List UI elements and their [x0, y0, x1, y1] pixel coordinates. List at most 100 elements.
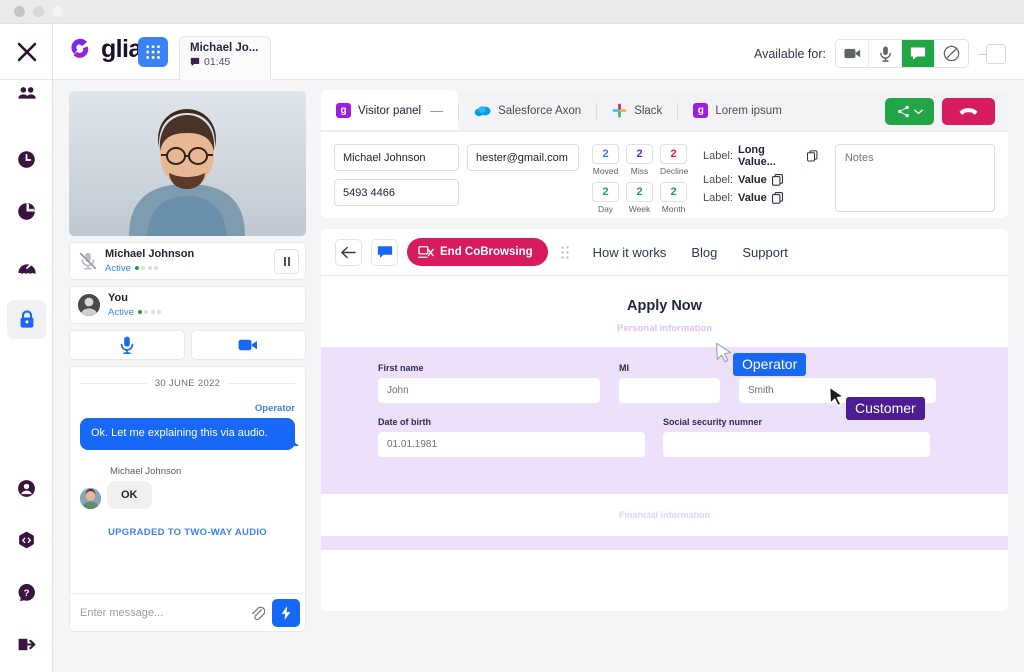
end-engagement-button[interactable]: [942, 98, 995, 125]
chevron-down-icon: [913, 109, 923, 114]
message-row-incoming: OK: [80, 480, 295, 509]
collapse-icon[interactable]: —: [430, 103, 443, 118]
message-input[interactable]: [80, 606, 242, 619]
cobrowse-toolbar: End CoBrowsing Apply Now How it works Bl…: [321, 229, 1008, 276]
field-group-last-name: Last name: [739, 363, 936, 403]
sidebar-item-help[interactable]: ?: [7, 573, 46, 612]
last-name-input[interactable]: [739, 378, 936, 403]
salesforce-icon: [474, 105, 491, 116]
window-minimize-dot[interactable]: [33, 6, 44, 17]
people-icon: [17, 86, 36, 99]
share-button[interactable]: [885, 98, 934, 125]
lightning-icon: [281, 605, 291, 620]
visitor-fields-right: [467, 144, 579, 214]
system-message: UPGRADED TO TWO-WAY AUDIO: [108, 526, 267, 538]
phone-hangup-icon: [959, 107, 978, 115]
mi-input[interactable]: [619, 378, 720, 403]
video-icon: [238, 339, 258, 351]
block-icon: [943, 45, 960, 62]
audio-toggle-button[interactable]: [69, 330, 185, 360]
apps-grid-button[interactable]: [138, 37, 168, 67]
window-maximize-dot[interactable]: [52, 6, 63, 17]
tab-label: Visitor panel: [358, 104, 422, 117]
field-label: Social security numner: [663, 417, 763, 427]
glia-icon: g: [693, 103, 709, 118]
tab-visitor-panel[interactable]: g Visitor panel —: [321, 90, 459, 131]
label-value: Value: [737, 192, 767, 204]
ssn-input[interactable]: [663, 432, 930, 457]
message-scroll-area[interactable]: 30 JUNE 2022 Operator Ok. Let me explain…: [70, 367, 305, 593]
availability-toggle[interactable]: [978, 43, 1006, 64]
sidebar-item-security[interactable]: [7, 300, 46, 339]
tab-label: Lorem ipsum: [715, 104, 782, 117]
visitor-portrait: [69, 91, 306, 236]
tab-slack[interactable]: Slack: [597, 90, 677, 131]
copy-icon[interactable]: [771, 174, 783, 186]
stat-label: Miss: [630, 166, 649, 176]
section-personal-information: Personal information: [616, 323, 712, 334]
tab-label: Salesforce Axon: [498, 104, 582, 117]
back-button[interactable]: [335, 238, 362, 266]
tab-salesforce-axon[interactable]: Salesforce Axon: [459, 90, 596, 131]
end-cobrowsing-label: End CoBrowsing: [440, 246, 533, 258]
participant-status: Active: [108, 306, 134, 318]
send-button[interactable]: [272, 598, 300, 627]
availability-video-button[interactable]: [836, 40, 869, 67]
availability-audio-button[interactable]: [869, 40, 902, 67]
cobrowse-panel: End CoBrowsing Apply Now How it works Bl…: [321, 229, 1008, 611]
drag-handle-icon[interactable]: [559, 245, 571, 259]
sidebar-item-history[interactable]: [7, 140, 46, 179]
engagement-actions: [885, 98, 995, 125]
visitor-video-feed[interactable]: [69, 91, 306, 236]
visitor-labels: Label: Long Value... Label: Value Label:…: [703, 144, 818, 214]
visitor-phone-field[interactable]: [334, 179, 459, 206]
stat-week: 2 Week: [626, 182, 653, 214]
field-group-ssn: Social security numner: [663, 417, 930, 457]
visitor-name-field[interactable]: [334, 144, 459, 171]
close-icon: [17, 42, 36, 61]
sidebar-item-developer[interactable]: [7, 521, 46, 560]
pause-button[interactable]: [274, 248, 299, 274]
chat-icon: [910, 47, 926, 60]
code-icon: [19, 531, 34, 549]
nav-link-support[interactable]: Support: [742, 245, 788, 260]
message-author-visitor: Michael Johnson: [110, 465, 182, 477]
cobrowse-off-icon: [418, 246, 434, 258]
tab-lorem-ipsum[interactable]: g Lorem ipsum: [678, 90, 796, 131]
paperclip-icon[interactable]: [249, 605, 265, 621]
first-name-input[interactable]: [378, 378, 600, 403]
cobrowse-chat-button[interactable]: [371, 238, 398, 266]
copy-icon[interactable]: [771, 192, 783, 204]
avatar: [78, 294, 100, 316]
sidebar-item-profile[interactable]: [7, 469, 46, 508]
label-value: Value: [737, 174, 767, 186]
label-key: Label:: [703, 150, 733, 162]
copy-icon[interactable]: [807, 150, 818, 162]
share-icon: [897, 105, 909, 118]
cobrowsed-page: Apply Now Personal information First nam…: [321, 276, 1008, 610]
session-tab-michael[interactable]: Michael Jo... 01:45: [179, 36, 271, 80]
field-group-mi: MI: [619, 363, 720, 403]
availability-chat-button[interactable]: [902, 40, 935, 67]
stat-label: Day: [597, 204, 614, 214]
window-titlebar: [0, 0, 1024, 24]
nav-link-blog[interactable]: Blog: [691, 245, 717, 260]
sidebar-item-analytics[interactable]: [7, 192, 46, 231]
stat-value: 2: [660, 182, 687, 202]
close-workspace-button[interactable]: [0, 24, 53, 80]
sidebar-item-teams[interactable]: [7, 74, 46, 113]
visitor-email-field[interactable]: [467, 144, 579, 171]
availability-unavailable-button[interactable]: [935, 40, 968, 67]
sidebar-item-performance[interactable]: [7, 247, 46, 286]
end-cobrowsing-button[interactable]: End CoBrowsing: [407, 238, 548, 266]
date-of-birth-input[interactable]: [378, 432, 645, 457]
video-toggle-button[interactable]: [190, 330, 306, 360]
window-close-dot[interactable]: [14, 6, 25, 17]
stat-value: 2: [592, 144, 619, 164]
video-icon: [843, 48, 860, 59]
brand-name: glia: [101, 35, 142, 63]
nav-link-how-it-works[interactable]: How it works: [593, 245, 667, 260]
sidebar-item-logout[interactable]: [7, 625, 46, 664]
notes-textarea[interactable]: [834, 144, 995, 212]
label-row-1: Label: Long Value...: [703, 144, 818, 168]
